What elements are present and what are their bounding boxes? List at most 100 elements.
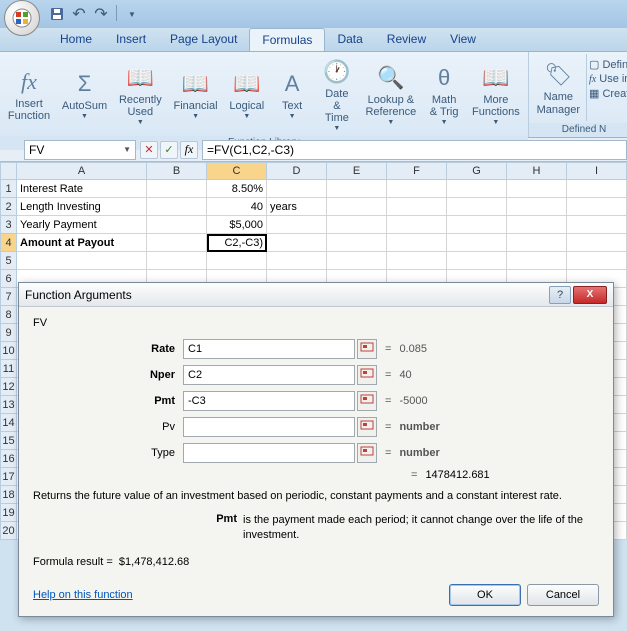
col-header-h[interactable]: H bbox=[507, 162, 567, 180]
tab-page-layout[interactable]: Page Layout bbox=[158, 28, 249, 51]
range-selector-button[interactable] bbox=[357, 391, 377, 411]
cell[interactable] bbox=[447, 216, 507, 234]
cell[interactable] bbox=[507, 234, 567, 252]
recently-used-button[interactable]: 📖Recently Used▼ bbox=[113, 54, 168, 134]
row-header[interactable]: 11 bbox=[0, 360, 17, 378]
cell[interactable]: $5,000 bbox=[207, 216, 267, 234]
col-header-i[interactable]: I bbox=[567, 162, 627, 180]
tab-formulas[interactable]: Formulas bbox=[249, 28, 325, 51]
tab-review[interactable]: Review bbox=[375, 28, 438, 51]
cell[interactable] bbox=[267, 180, 327, 198]
ok-button[interactable]: OK bbox=[449, 584, 521, 606]
row-header[interactable]: 13 bbox=[0, 396, 17, 414]
undo-icon[interactable]: ↶ bbox=[70, 5, 88, 23]
office-button[interactable] bbox=[4, 0, 40, 36]
arg-input-pv[interactable] bbox=[183, 417, 355, 437]
cell[interactable] bbox=[567, 198, 627, 216]
cancel-button[interactable]: Cancel bbox=[527, 584, 599, 606]
text-button[interactable]: AText▼ bbox=[270, 54, 314, 134]
create-from-selection-button[interactable]: ▦Create bbox=[589, 87, 627, 100]
cell[interactable] bbox=[267, 216, 327, 234]
tab-insert[interactable]: Insert bbox=[104, 28, 158, 51]
active-cell[interactable]: C2,-C3) bbox=[207, 234, 267, 252]
cell[interactable]: 40 bbox=[207, 198, 267, 216]
cell[interactable] bbox=[267, 234, 327, 252]
formula-input[interactable]: =FV(C1,C2,-C3) bbox=[202, 140, 627, 160]
cell[interactable] bbox=[447, 252, 507, 270]
row-header[interactable]: 7 bbox=[0, 288, 17, 306]
cell[interactable] bbox=[387, 216, 447, 234]
row-header[interactable]: 3 bbox=[0, 216, 17, 234]
range-selector-button[interactable] bbox=[357, 339, 377, 359]
row-header[interactable]: 17 bbox=[0, 468, 17, 486]
cell[interactable]: Yearly Payment bbox=[17, 216, 147, 234]
row-header[interactable]: 9 bbox=[0, 324, 17, 342]
cell[interactable] bbox=[387, 252, 447, 270]
cell[interactable] bbox=[567, 252, 627, 270]
row-header[interactable]: 4 bbox=[0, 234, 17, 252]
row-header[interactable]: 6 bbox=[0, 270, 17, 288]
row-header[interactable]: 18 bbox=[0, 486, 17, 504]
col-header-d[interactable]: D bbox=[267, 162, 327, 180]
cell[interactable] bbox=[387, 234, 447, 252]
close-button[interactable]: X bbox=[573, 286, 607, 304]
name-manager-button[interactable]: 🏷Name Manager bbox=[531, 54, 586, 121]
name-box[interactable]: FV▼ bbox=[24, 140, 136, 160]
redo-icon[interactable]: ↷ bbox=[92, 5, 110, 23]
row-header[interactable]: 12 bbox=[0, 378, 17, 396]
date-time-button[interactable]: 🕐Date & Time▼ bbox=[314, 54, 359, 134]
row-header[interactable]: 20 bbox=[0, 522, 17, 540]
col-header-e[interactable]: E bbox=[327, 162, 387, 180]
row-header[interactable]: 2 bbox=[0, 198, 17, 216]
col-header-a[interactable]: A bbox=[17, 162, 147, 180]
cell[interactable] bbox=[327, 198, 387, 216]
use-in-formula-button[interactable]: fxUse in bbox=[589, 73, 627, 85]
col-header-g[interactable]: G bbox=[447, 162, 507, 180]
cell[interactable]: Amount at Payout bbox=[17, 234, 147, 252]
tab-view[interactable]: View bbox=[438, 28, 488, 51]
cell[interactable] bbox=[207, 252, 267, 270]
lookup-ref-button[interactable]: 🔍Lookup & Reference▼ bbox=[360, 54, 423, 134]
cell[interactable] bbox=[327, 252, 387, 270]
insert-function-button[interactable]: fxInsert Function bbox=[2, 54, 56, 134]
cell[interactable] bbox=[327, 180, 387, 198]
cell[interactable] bbox=[17, 252, 147, 270]
cell[interactable] bbox=[507, 180, 567, 198]
range-selector-button[interactable] bbox=[357, 443, 377, 463]
select-all-corner[interactable] bbox=[0, 162, 17, 180]
cell[interactable]: Interest Rate bbox=[17, 180, 147, 198]
arg-input-type[interactable] bbox=[183, 443, 355, 463]
qat-customize-icon[interactable]: ▼ bbox=[123, 5, 141, 23]
col-header-c[interactable]: C bbox=[207, 162, 267, 180]
cell[interactable] bbox=[147, 180, 207, 198]
cell[interactable] bbox=[507, 198, 567, 216]
define-name-button[interactable]: ▢Defin bbox=[589, 58, 627, 71]
cell[interactable] bbox=[147, 216, 207, 234]
row-header[interactable]: 1 bbox=[0, 180, 17, 198]
cell[interactable] bbox=[387, 180, 447, 198]
cell[interactable] bbox=[147, 252, 207, 270]
dialog-titlebar[interactable]: Function Arguments ? X bbox=[19, 283, 613, 307]
cancel-formula-button[interactable]: ✕ bbox=[140, 141, 158, 159]
help-button[interactable]: ? bbox=[549, 286, 571, 304]
tab-data[interactable]: Data bbox=[325, 28, 374, 51]
arg-input-rate[interactable] bbox=[183, 339, 355, 359]
cell[interactable] bbox=[147, 234, 207, 252]
cell[interactable] bbox=[507, 252, 567, 270]
cell[interactable] bbox=[567, 180, 627, 198]
row-header[interactable]: 14 bbox=[0, 414, 17, 432]
math-trig-button[interactable]: θMath & Trig▼ bbox=[422, 54, 466, 134]
more-functions-button[interactable]: 📖More Functions▼ bbox=[466, 54, 525, 134]
help-link[interactable]: Help on this function bbox=[33, 589, 133, 601]
range-selector-button[interactable] bbox=[357, 365, 377, 385]
cell[interactable] bbox=[507, 216, 567, 234]
row-header[interactable]: 15 bbox=[0, 432, 17, 450]
row-header[interactable]: 10 bbox=[0, 342, 17, 360]
row-header[interactable]: 19 bbox=[0, 504, 17, 522]
cell[interactable]: 8.50% bbox=[207, 180, 267, 198]
cell[interactable]: years bbox=[267, 198, 327, 216]
range-selector-button[interactable] bbox=[357, 417, 377, 437]
col-header-b[interactable]: B bbox=[147, 162, 207, 180]
cell[interactable] bbox=[567, 234, 627, 252]
tab-home[interactable]: Home bbox=[48, 28, 104, 51]
